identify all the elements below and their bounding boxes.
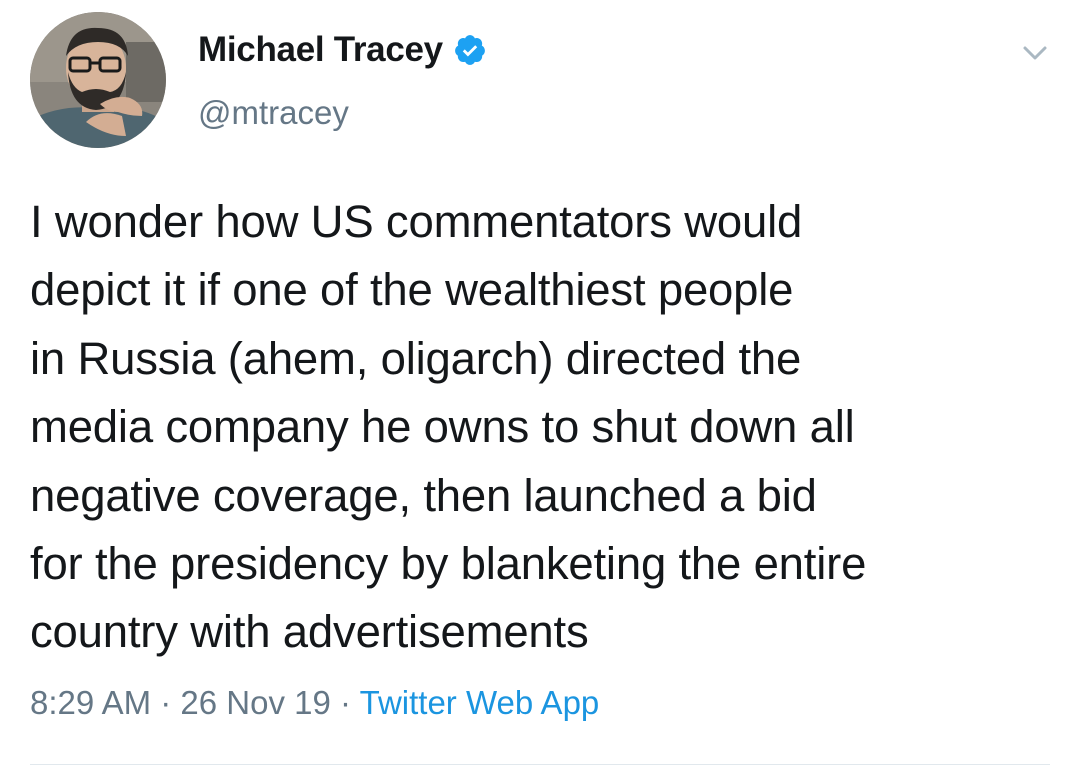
avatar-image — [30, 12, 166, 148]
avatar[interactable] — [30, 12, 166, 148]
meta-separator: · — [340, 684, 352, 721]
display-name[interactable]: Michael Tracey — [198, 30, 443, 70]
tweet-card: Michael Tracey @mtracey I wonder how US … — [0, 0, 1080, 775]
tweet-text: I wonder how US commentators would depic… — [30, 196, 867, 658]
divider — [30, 764, 1050, 765]
meta-separator: · — [160, 684, 172, 721]
tweet-meta: 8:29 AM · 26 Nov 19 · Twitter Web App — [30, 684, 599, 722]
verified-badge-icon — [453, 33, 487, 67]
tweet-header: Michael Tracey @mtracey — [30, 12, 1060, 148]
tweet-time[interactable]: 8:29 AM — [30, 684, 151, 721]
display-name-row: Michael Tracey — [198, 28, 487, 72]
chevron-down-icon[interactable] — [1020, 38, 1050, 68]
author-names: Michael Tracey @mtracey — [198, 28, 487, 132]
author-handle[interactable]: @mtracey — [198, 94, 487, 132]
tweet-source-link[interactable]: Twitter Web App — [360, 684, 600, 721]
tweet-date[interactable]: 26 Nov 19 — [180, 684, 330, 721]
